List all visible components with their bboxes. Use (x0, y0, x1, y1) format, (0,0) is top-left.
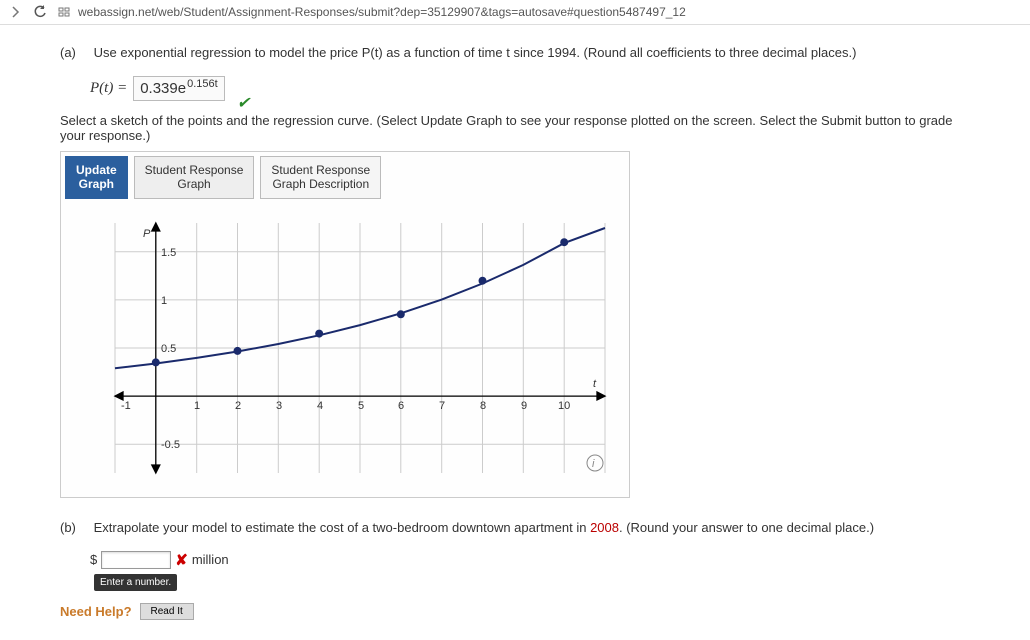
part-a-label: (a) (60, 45, 90, 60)
answer-base: 0.339e (140, 80, 186, 97)
nav-forward-icon[interactable] (8, 4, 24, 20)
ytick: 0.5 (161, 343, 176, 355)
xtick: 6 (398, 400, 404, 412)
read-it-button[interactable]: Read It (140, 603, 194, 620)
response-graph[interactable]: P t -1 1 2 3 4 5 6 7 8 9 10 0.5 1 (65, 203, 625, 493)
part-b-prompt: Extrapolate your model to estimate the c… (94, 520, 974, 535)
xtick: 9 (521, 400, 527, 412)
x-axis-label: t (593, 378, 597, 390)
site-settings-icon[interactable] (56, 4, 72, 20)
xtick: 2 (235, 400, 241, 412)
part-a: (a) Use exponential regression to model … (60, 45, 980, 60)
answer-exponent: 0.156t (187, 78, 218, 90)
formula-lhs: P(t) = (90, 80, 127, 97)
xtick: 7 (439, 400, 445, 412)
currency-symbol: $ (90, 552, 97, 567)
ytick: 1.5 (161, 247, 176, 259)
year-highlight: 2008 (590, 520, 619, 535)
url-text[interactable]: webassign.net/web/Student/Assignment-Res… (78, 5, 686, 19)
unit-label: million (192, 552, 229, 567)
xtick: 4 (317, 400, 323, 412)
need-help-row: Need Help? Read It (60, 603, 980, 620)
graph-tabs: Update Graph Student Response Graph Stud… (61, 152, 629, 199)
xtick: 8 (480, 400, 486, 412)
part-a-prompt: Use exponential regression to model the … (94, 45, 974, 60)
browser-toolbar: webassign.net/web/Student/Assignment-Res… (0, 0, 1030, 25)
incorrect-x-icon: ✘ (175, 551, 188, 569)
xtick: 1 (194, 400, 200, 412)
correct-check-icon: ✔ (237, 93, 250, 113)
xtick: 3 (276, 400, 282, 412)
graph-info-icon[interactable]: i (587, 455, 603, 471)
tab-update-graph[interactable]: Update Graph (65, 156, 128, 199)
part-b-label: (b) (60, 520, 90, 535)
formula-row: P(t) = 0.339e0.156t ✔ (90, 76, 980, 101)
answer-box-a[interactable]: 0.339e0.156t (133, 76, 224, 101)
validation-tooltip: Enter a number. (94, 574, 177, 591)
ytick: 1 (161, 295, 167, 307)
sketch-instruction: Select a sketch of the points and the re… (60, 113, 980, 143)
part-b: (b) Extrapolate your model to estimate t… (60, 520, 980, 535)
graph-tool: Update Graph Student Response Graph Stud… (60, 151, 630, 498)
reload-icon[interactable] (32, 4, 48, 20)
tab-student-response-description[interactable]: Student Response Graph Description (260, 156, 381, 199)
xtick: -1 (121, 400, 131, 412)
answer-input-b[interactable] (101, 551, 171, 569)
xtick: 10 (558, 400, 570, 412)
tab-student-response-graph[interactable]: Student Response Graph (134, 156, 255, 199)
y-axis-label: P (143, 228, 151, 240)
xtick: 5 (358, 400, 364, 412)
svg-text:i: i (592, 458, 595, 470)
ytick: -0.5 (161, 439, 180, 451)
